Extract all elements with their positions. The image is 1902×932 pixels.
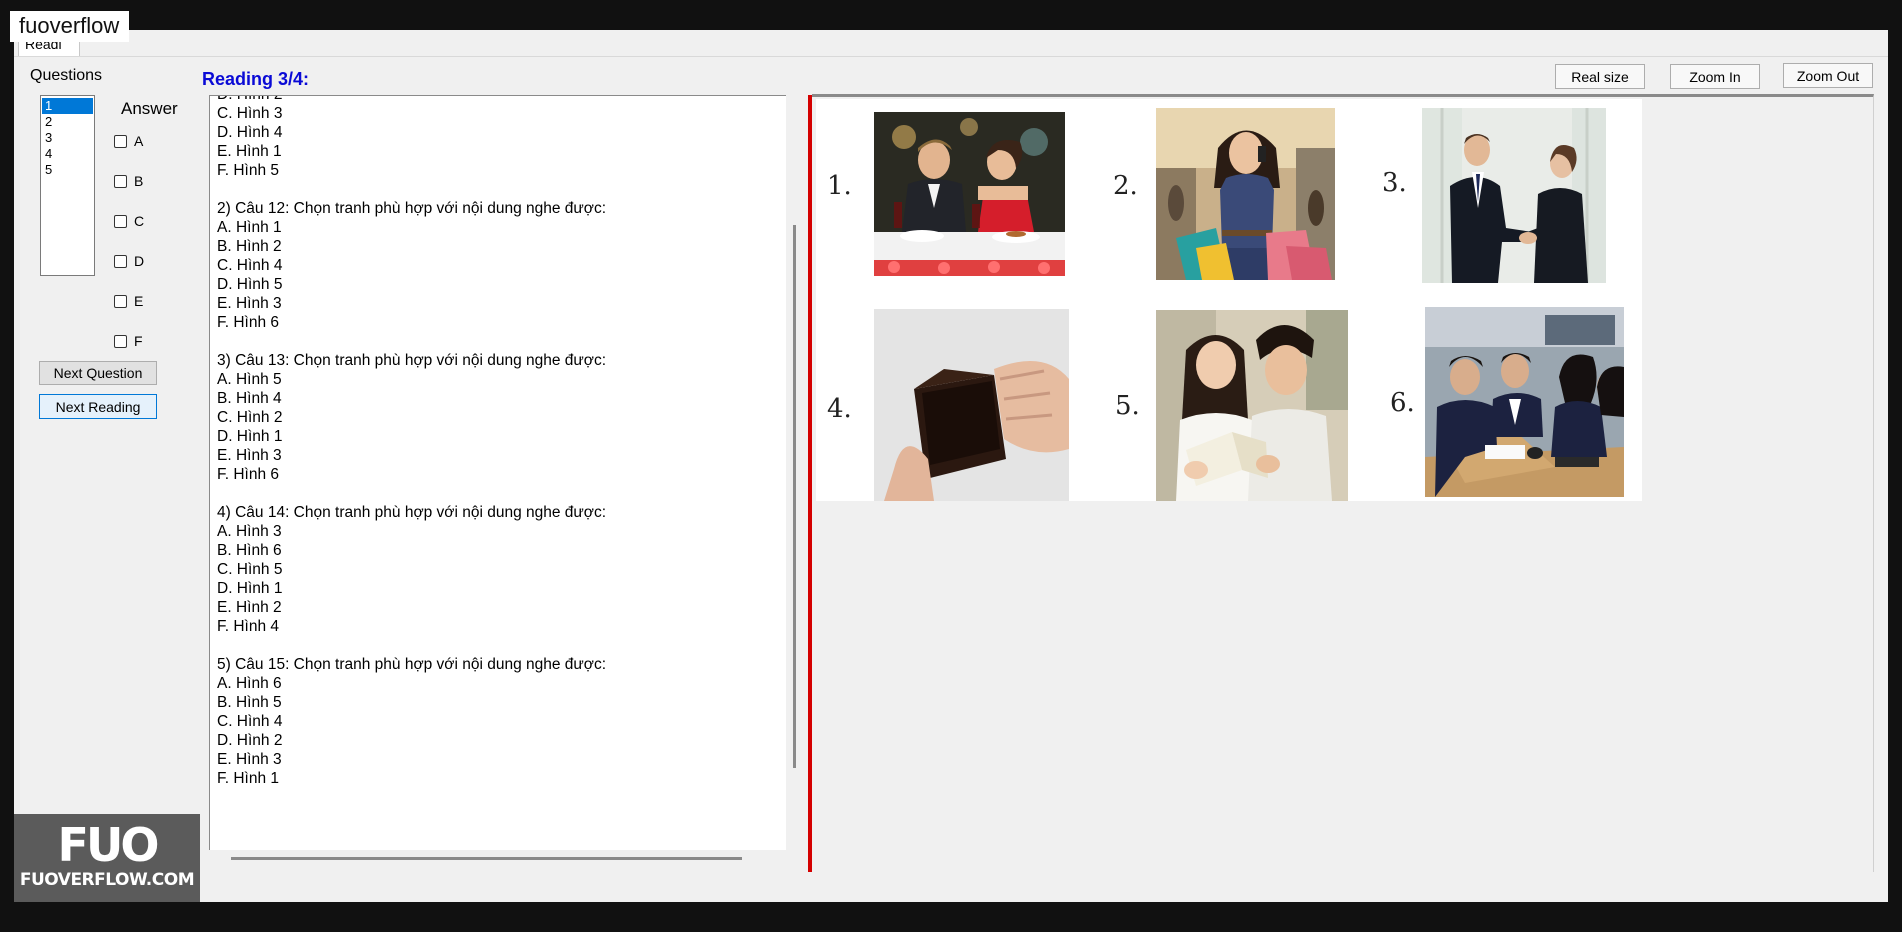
checkbox-b[interactable] bbox=[114, 174, 127, 188]
picture-number: 5. bbox=[1115, 391, 1140, 421]
answer-option-line: F. Hình 5 bbox=[217, 162, 280, 179]
question-block: 2) Câu 12: Chọn tranh phù hợp với nội du… bbox=[217, 199, 767, 332]
answer-option-line: B. Hình 4 bbox=[217, 390, 282, 407]
question-block: 3) Câu 13: Chọn tranh phù hợp với nội du… bbox=[217, 351, 767, 484]
answer-option-line: A. Hình 6 bbox=[217, 675, 282, 692]
next-reading-button[interactable]: Next Reading bbox=[39, 394, 157, 419]
vertical-scrollbar[interactable] bbox=[793, 225, 796, 768]
couple-dining-photo bbox=[874, 112, 1065, 276]
option-e[interactable]: E bbox=[114, 293, 143, 309]
question-prompt: 5) Câu 15: Chọn tranh phù hợp với nội du… bbox=[217, 656, 607, 673]
answer-option-line: E. Hình 3 bbox=[217, 295, 282, 312]
reading-text-panel[interactable]: D. Hình 2 C. Hình 3 D. Hình 4 E. Hình 1 … bbox=[209, 95, 786, 850]
answer-option-line: F. Hình 1 bbox=[217, 770, 280, 787]
question-block: 5) Câu 15: Chọn tranh phù hợp với nội du… bbox=[217, 655, 767, 788]
checkbox-e[interactable] bbox=[114, 294, 127, 308]
picture-number: 1. bbox=[827, 171, 852, 201]
question-item[interactable]: 5 bbox=[42, 162, 93, 178]
option-label: D bbox=[134, 253, 145, 269]
checkbox-d[interactable] bbox=[114, 254, 127, 268]
answer-option-line: C. Hình 4 bbox=[217, 713, 283, 730]
answer-option-line: D. Hình 2 bbox=[217, 96, 767, 104]
answer-option-line: E. Hình 3 bbox=[217, 751, 282, 768]
reading-title: Reading 3/4: bbox=[202, 69, 310, 89]
answer-option-line: D. Hình 1 bbox=[217, 428, 283, 445]
picture-number: 4. bbox=[827, 394, 852, 424]
question-block: 4) Câu 14: Chọn tranh phù hợp với nội du… bbox=[217, 503, 767, 636]
answer-option-line: D. Hình 5 bbox=[217, 276, 283, 293]
students-studying-photo bbox=[1425, 307, 1624, 497]
logo-site-text: FUOVERFLOW.COM bbox=[19, 870, 195, 890]
option-d[interactable]: D bbox=[114, 253, 144, 269]
question-prompt: 2) Câu 12: Chọn tranh phù hợp với nội du… bbox=[217, 200, 607, 217]
answer-option-line: D. Hình 1 bbox=[217, 580, 283, 597]
next-question-button[interactable]: Next Question bbox=[39, 361, 157, 385]
option-b[interactable]: B bbox=[114, 173, 143, 189]
answer-option-line: B. Hình 2 bbox=[217, 238, 282, 255]
question-item[interactable]: 1 bbox=[42, 98, 93, 114]
zoom-in-button[interactable]: Zoom In bbox=[1670, 64, 1760, 89]
option-c[interactable]: C bbox=[114, 213, 144, 229]
answer-option-line: E. Hình 3 bbox=[217, 447, 282, 464]
answer-option-line: D. Hình 2 bbox=[217, 732, 283, 749]
questions-label: Questions bbox=[30, 67, 103, 84]
business-handshake-photo bbox=[1422, 108, 1606, 283]
question-item[interactable]: 4 bbox=[42, 146, 93, 162]
answer-label: Answer bbox=[121, 99, 178, 118]
option-label: E bbox=[134, 293, 144, 309]
answer-option-line: C. Hình 3 bbox=[217, 105, 283, 122]
checkbox-f[interactable] bbox=[114, 334, 127, 348]
answer-option-line: B. Hình 6 bbox=[217, 542, 282, 559]
answer-option-line: A. Hình 1 bbox=[217, 219, 282, 236]
answer-option-line: C. Hình 4 bbox=[217, 257, 283, 274]
watermark-label: fuoverflow bbox=[10, 11, 130, 42]
empty-wallet-photo bbox=[874, 309, 1069, 501]
woman-shopping-phone-photo bbox=[1156, 108, 1335, 280]
question-block-partial: D. Hình 2 C. Hình 3 D. Hình 4 E. Hình 1 … bbox=[217, 96, 767, 180]
answer-option-line: E. Hình 2 bbox=[217, 599, 282, 616]
option-label: B bbox=[134, 173, 144, 189]
picture-number: 2. bbox=[1113, 171, 1138, 201]
answer-option-line: E. Hình 1 bbox=[217, 143, 282, 160]
zoom-out-button[interactable]: Zoom Out bbox=[1783, 63, 1873, 88]
horizontal-scrollbar[interactable] bbox=[231, 857, 742, 860]
reading-text: D. Hình 2 C. Hình 3 D. Hình 4 E. Hình 1 … bbox=[217, 96, 767, 807]
answer-option-line: F. Hình 6 bbox=[217, 466, 280, 483]
answer-option-line: D. Hình 4 bbox=[217, 124, 283, 141]
checkbox-c[interactable] bbox=[114, 214, 127, 228]
answer-option-line: C. Hình 2 bbox=[217, 409, 283, 426]
picture-number: 3. bbox=[1382, 168, 1407, 198]
answer-option-line: C. Hình 5 bbox=[217, 561, 283, 578]
question-item[interactable]: 2 bbox=[42, 114, 93, 130]
checkbox-a[interactable] bbox=[114, 134, 127, 148]
option-label: C bbox=[134, 213, 145, 229]
option-f[interactable]: F bbox=[114, 333, 143, 349]
real-size-button[interactable]: Real size bbox=[1555, 64, 1645, 89]
answer-option-line: B. Hình 5 bbox=[217, 694, 282, 711]
fuoverflow-logo: FUO FUOVERFLOW.COM bbox=[14, 814, 200, 902]
answer-option-line: A. Hình 3 bbox=[217, 523, 282, 540]
question-prompt: 4) Câu 14: Chọn tranh phù hợp với nội du… bbox=[217, 504, 607, 521]
option-label: A bbox=[134, 133, 144, 149]
option-a[interactable]: A bbox=[114, 133, 143, 149]
question-prompt: 3) Câu 13: Chọn tranh phù hợp với nội du… bbox=[217, 352, 607, 369]
couple-reading-book-photo bbox=[1156, 310, 1348, 501]
question-item[interactable]: 3 bbox=[42, 130, 93, 146]
option-label: F bbox=[134, 333, 143, 349]
question-picture: 1. 2. 3. 4. 5. 6. bbox=[816, 99, 1642, 501]
logo-mark: FUO bbox=[57, 818, 160, 872]
tab-strip: Readi bbox=[14, 30, 1888, 57]
answer-option-line: F. Hình 6 bbox=[217, 314, 280, 331]
answer-option-line: A. Hình 5 bbox=[217, 371, 282, 388]
picture-number: 6. bbox=[1390, 388, 1415, 418]
question-listbox[interactable]: 1 2 3 4 5 bbox=[40, 95, 95, 276]
answer-option-line: F. Hình 4 bbox=[217, 618, 280, 635]
